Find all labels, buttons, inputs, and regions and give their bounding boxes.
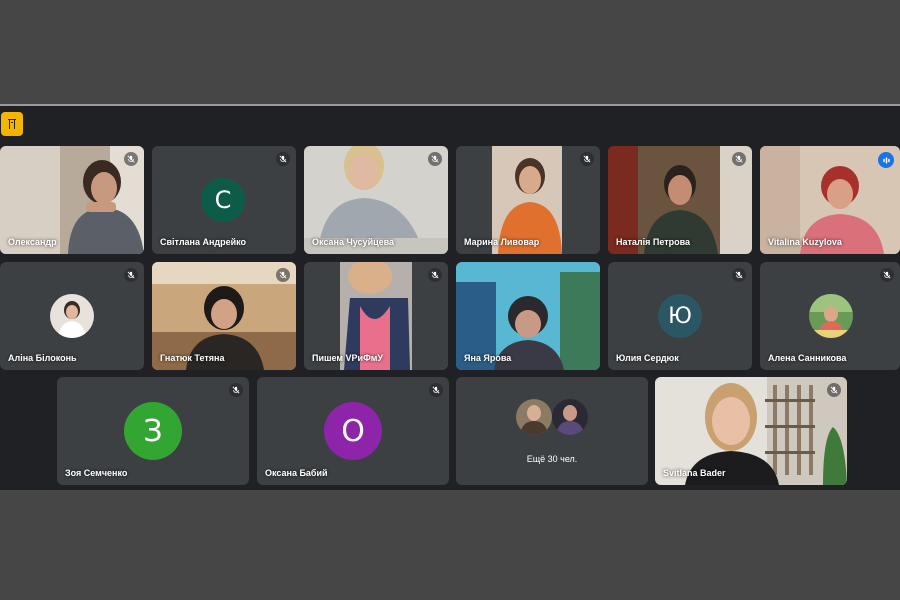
participant-tile[interactable]: О Оксана Бабий xyxy=(257,377,449,485)
mic-off-icon xyxy=(127,155,135,163)
mic-off-icon xyxy=(735,271,743,279)
participant-tile[interactable]: Алена Санникова xyxy=(760,262,900,370)
mic-off-icon xyxy=(431,271,439,279)
mic-off-icon xyxy=(883,271,891,279)
participant-name: Гнатюк Тетяна xyxy=(160,353,225,363)
mic-off-icon xyxy=(432,386,440,394)
participant-avatar: Ю xyxy=(658,294,702,338)
mic-off-icon xyxy=(279,271,287,279)
participant-tile[interactable]: Аліна Білоконь xyxy=(0,262,144,370)
participant-avatar: З xyxy=(124,402,182,460)
participant-name: Svitlana Bader xyxy=(663,468,726,478)
participant-tile[interactable]: Олександр xyxy=(0,146,144,254)
speaking-indicator-icon xyxy=(882,156,890,164)
participant-name: Марина Ливовар xyxy=(464,237,540,247)
mic-off-indicator xyxy=(732,268,746,282)
more-participants-label: Ещё 30 чел. xyxy=(526,454,578,464)
participant-tile[interactable]: С Світлана Андрейко xyxy=(152,146,296,254)
mic-off-indicator xyxy=(124,152,138,166)
participant-avatar xyxy=(50,294,94,338)
mic-off-indicator xyxy=(428,268,442,282)
participant-name: Оксана Бабий xyxy=(265,468,328,478)
presentation-icon xyxy=(8,119,16,129)
participant-tile[interactable]: Наталія Петрова xyxy=(608,146,752,254)
participant-name: Наталія Петрова xyxy=(616,237,691,247)
mic-off-indicator xyxy=(429,383,443,397)
mic-off-icon xyxy=(583,155,591,163)
mic-off-icon xyxy=(232,386,240,394)
participant-tile[interactable]: Пишем VРиФмУ xyxy=(304,262,448,370)
participant-name: Світлана Андрейко xyxy=(160,237,247,247)
participant-name: Vitalina Kuzylova xyxy=(768,237,842,247)
participant-name: Яна Ярова xyxy=(464,353,512,363)
participant-tile[interactable]: Ю Юлия Сердюк xyxy=(608,262,752,370)
participant-name: Пишем VРиФмУ xyxy=(312,353,384,363)
meeting-window: Олександр С Світлана Андрейко Оксана Чус… xyxy=(0,104,900,490)
mic-off-indicator xyxy=(580,152,594,166)
mic-off-indicator xyxy=(276,152,290,166)
participant-avatar xyxy=(809,294,853,338)
participant-tile[interactable]: Svitlana Bader xyxy=(655,377,847,485)
more-participants-tile[interactable]: Ещё 30 чел. xyxy=(456,377,648,485)
participant-tile[interactable]: Оксана Чусуйцева xyxy=(304,146,448,254)
participant-name: Юлия Сердюк xyxy=(616,353,679,363)
mic-off-indicator xyxy=(732,152,746,166)
participant-name: Зоя Семченко xyxy=(65,468,128,478)
speaking-indicator xyxy=(878,152,894,168)
more-avatar-1 xyxy=(516,399,552,435)
window-top-border xyxy=(0,104,900,106)
mic-off-icon xyxy=(127,271,135,279)
presentation-badge[interactable] xyxy=(1,112,23,136)
participant-name: Олександр xyxy=(8,237,57,247)
more-avatar-2 xyxy=(552,399,588,435)
participant-name: Оксана Чусуйцева xyxy=(312,237,395,247)
mic-off-icon xyxy=(279,155,287,163)
participant-tile[interactable]: Марина Ливовар xyxy=(456,146,600,254)
participant-avatar: О xyxy=(324,402,382,460)
mic-off-icon xyxy=(431,155,439,163)
mic-off-indicator xyxy=(428,152,442,166)
participant-tile[interactable]: З Зоя Семченко xyxy=(57,377,249,485)
participant-tile[interactable]: Яна Ярова xyxy=(456,262,600,370)
mic-off-indicator xyxy=(124,268,138,282)
mic-off-icon xyxy=(735,155,743,163)
participant-avatar: С xyxy=(201,178,245,222)
mic-off-indicator xyxy=(827,383,841,397)
participant-tile-active-speaker[interactable]: Vitalina Kuzylova xyxy=(760,146,900,254)
mic-off-indicator xyxy=(276,268,290,282)
participant-tile[interactable]: Гнатюк Тетяна xyxy=(152,262,296,370)
participant-name: Алена Санникова xyxy=(768,353,847,363)
mic-off-indicator xyxy=(880,268,894,282)
participant-name: Аліна Білоконь xyxy=(8,353,77,363)
mic-off-icon xyxy=(830,386,838,394)
mic-off-indicator xyxy=(229,383,243,397)
